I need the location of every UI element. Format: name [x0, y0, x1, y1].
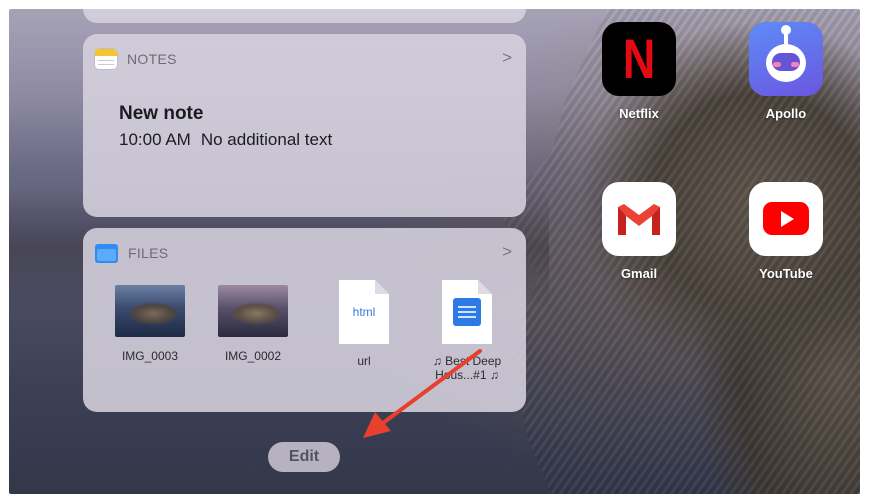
chevron-right-icon[interactable]: > [502, 48, 512, 68]
image-thumbnail [115, 285, 185, 337]
app-label: YouTube [759, 266, 813, 281]
app-gmail[interactable]: Gmail [589, 182, 689, 281]
note-time: 10:00 AM [119, 130, 191, 149]
doc-extension-label: html [352, 305, 376, 319]
gmail-icon [602, 182, 676, 256]
apollo-icon [749, 22, 823, 96]
notes-widget-label: NOTES [127, 51, 177, 67]
edit-button[interactable]: Edit [268, 442, 340, 472]
chevron-right-icon[interactable]: > [502, 242, 512, 262]
image-thumbnail [218, 285, 288, 337]
notes-widget[interactable]: NOTES > New note 10:00 AM No additional t… [83, 34, 526, 217]
audio-file-icon [442, 280, 492, 344]
app-label: Apollo [765, 106, 807, 121]
app-netflix[interactable]: N Netflix [589, 22, 689, 121]
file-name: ♫ Best Deep Hous...#1 ♫ [432, 354, 502, 382]
html-document-icon: html [339, 280, 389, 344]
note-preview: No additional text [200, 130, 333, 149]
file-item[interactable]: IMG_0002 [208, 280, 298, 363]
file-item[interactable]: ♫ Best Deep Hous...#1 ♫ [422, 280, 512, 382]
widget-partial-top[interactable] [83, 9, 526, 23]
file-name: IMG_0003 [121, 349, 179, 363]
files-widget[interactable]: FILES > IMG_0003 IMG_0002 html url ♫ Bes… [83, 228, 526, 412]
waveform-icon [453, 298, 481, 326]
note-subtitle: 10:00 AM No additional text [119, 130, 332, 150]
file-item[interactable]: html url [319, 280, 409, 368]
notes-icon [95, 49, 117, 69]
files-folder-icon [95, 243, 118, 263]
notes-widget-header: NOTES [95, 47, 177, 71]
app-youtube[interactable]: YouTube [736, 182, 836, 281]
file-item[interactable]: IMG_0003 [105, 280, 195, 363]
files-widget-label: FILES [128, 245, 169, 261]
note-title[interactable]: New note [119, 103, 203, 125]
file-name: url [357, 354, 371, 368]
app-label: Netflix [619, 106, 659, 121]
netflix-icon: N [602, 22, 676, 96]
app-apollo[interactable]: Apollo [736, 22, 836, 121]
file-name: IMG_0002 [224, 349, 282, 363]
files-widget-header: FILES [95, 241, 168, 265]
ipad-home-screen: NOTES > New note 10:00 AM No additional t… [9, 9, 860, 494]
app-label: Gmail [620, 266, 658, 281]
youtube-icon [749, 182, 823, 256]
